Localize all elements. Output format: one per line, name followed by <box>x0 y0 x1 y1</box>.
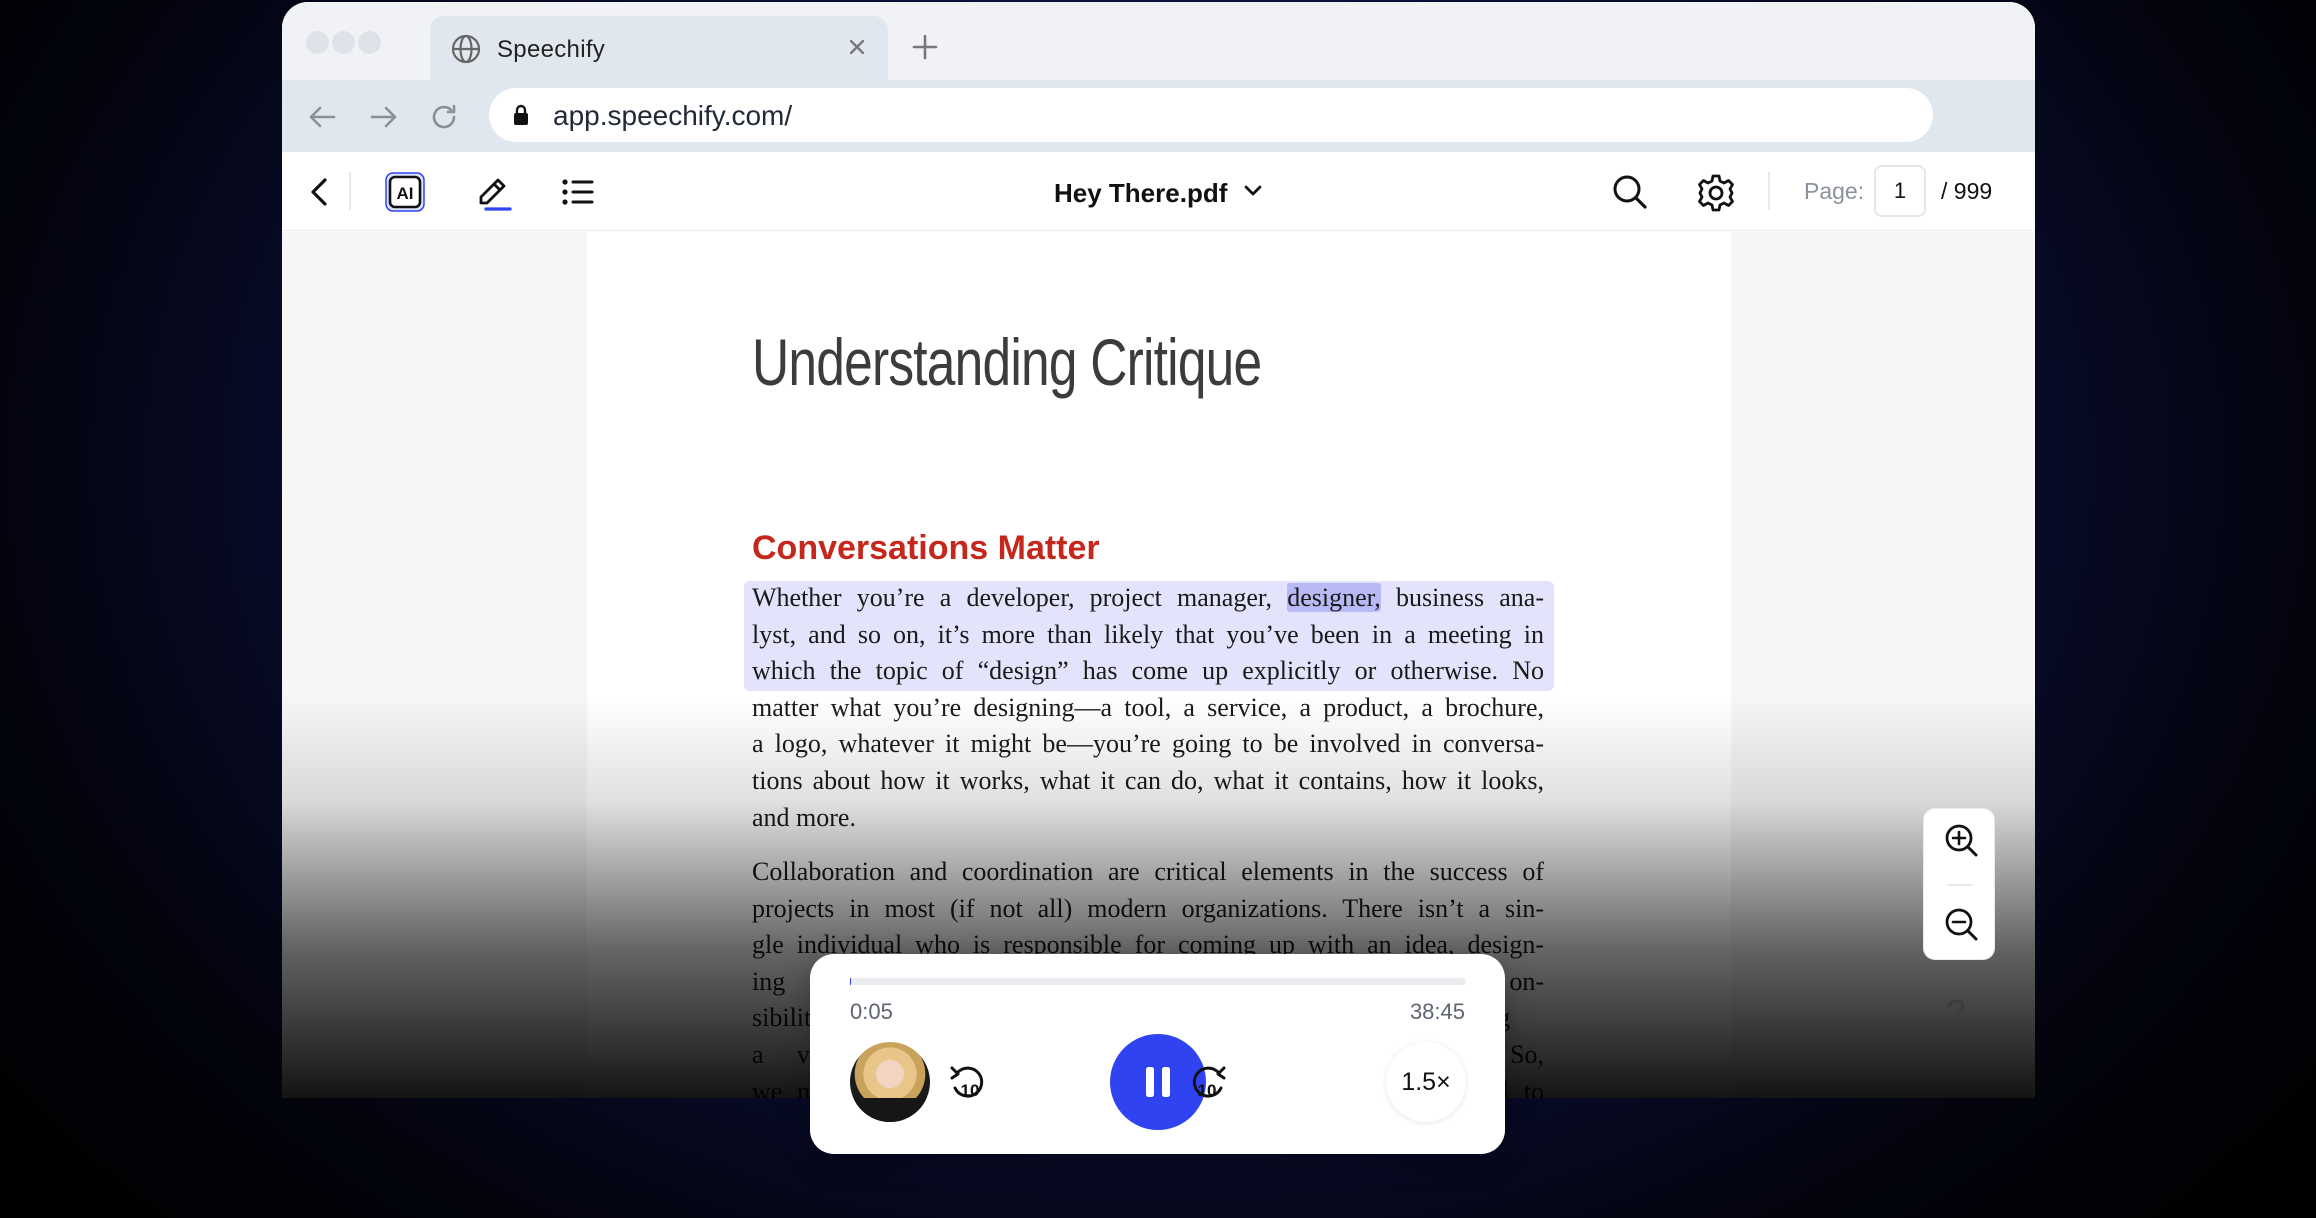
voice-avatar[interactable] <box>850 1042 930 1122</box>
tab-strip: Speechify <box>282 2 2035 80</box>
url-text: app.speechify.com/ <box>553 100 793 131</box>
text-line: which the topic of “design” has come up … <box>752 656 1545 686</box>
playback-speed-button[interactable]: 1.5× <box>1386 1042 1466 1122</box>
browser-tab[interactable]: Speechify <box>430 16 888 80</box>
help-button[interactable]: ? <box>1946 992 1966 1034</box>
highlight-pen-icon[interactable] <box>472 172 514 219</box>
reload-icon[interactable] <box>428 101 460 138</box>
skip-forward-icon[interactable]: 10 <box>1184 1062 1230 1113</box>
window-maximize-control[interactable] <box>358 31 381 54</box>
text-line: and more. <box>752 802 856 832</box>
text-line: a logo, whatever it might be—you’re goin… <box>752 729 1544 759</box>
pause-icon <box>1146 1067 1170 1097</box>
ai-button[interactable]: AI <box>383 170 427 219</box>
forward-arrow-icon[interactable] <box>368 101 400 138</box>
toolbar-divider <box>349 172 351 210</box>
tab-title: Speechify <box>497 36 606 63</box>
audio-player: 0:05 38:45 10 10 1.5× <box>810 954 1505 1154</box>
lock-icon <box>511 103 531 132</box>
search-icon[interactable] <box>1610 172 1650 217</box>
address-bar: app.speechify.com/ <box>282 80 2035 152</box>
new-tab-icon[interactable] <box>910 32 940 67</box>
current-time: 0:05 <box>850 999 893 1024</box>
svg-text:10: 10 <box>1198 1081 1217 1100</box>
browser-window: Speechify app.speechify.com/ AI Hey Ther… <box>282 2 2035 1098</box>
back-arrow-icon[interactable] <box>306 101 338 138</box>
zoom-in-icon[interactable] <box>1942 821 1980 864</box>
document-title: Hey There.pdf <box>1054 178 1228 208</box>
reader-toolbar: AI Hey There.pdf Page: 1 / 999 <box>282 152 2035 231</box>
svg-text:AI: AI <box>397 184 414 203</box>
window-minimize-control[interactable] <box>332 31 355 54</box>
paragraph: Whether you’re a developer, project mana… <box>752 580 1544 836</box>
page-number-input[interactable]: 1 <box>1874 165 1926 217</box>
window-close-control[interactable] <box>306 31 329 54</box>
text-line: projects in most (if not all) modern org… <box>752 893 1544 923</box>
zoom-controls <box>1923 808 1995 960</box>
chevron-down-icon <box>1241 179 1265 208</box>
progress-track[interactable] <box>850 978 1466 985</box>
globe-icon <box>450 33 482 70</box>
chevron-left-icon[interactable] <box>300 172 340 217</box>
text-line: matter what you’re designing—a tool, a s… <box>752 692 1544 722</box>
url-field[interactable]: app.speechify.com/ <box>489 88 1933 142</box>
skip-back-icon[interactable]: 10 <box>946 1062 992 1113</box>
progress-fill <box>850 978 852 985</box>
zoom-divider <box>1948 884 1972 886</box>
page-total: / 999 <box>1941 178 1993 204</box>
text-line: Whether you’re a developer, project mana… <box>752 583 1545 612</box>
text-line: Collaboration and coordination are criti… <box>752 857 1544 886</box>
gear-icon[interactable] <box>1695 172 1737 219</box>
current-word-highlight: designer, <box>1287 583 1381 612</box>
zoom-out-icon[interactable] <box>1942 905 1980 948</box>
toolbar-divider <box>1768 172 1770 210</box>
list-icon[interactable] <box>558 172 598 217</box>
text-line: tions about how it works, what it can do… <box>752 765 1544 795</box>
document-title-dropdown[interactable]: Hey There.pdf <box>1054 178 1265 209</box>
svg-text:10: 10 <box>961 1081 980 1100</box>
total-time: 38:45 <box>1409 999 1465 1024</box>
close-icon[interactable] <box>844 34 870 65</box>
page-label: Page: <box>1804 178 1865 204</box>
document-heading: Understanding Critique <box>752 325 1262 399</box>
section-heading: Conversations Matter <box>752 529 1100 567</box>
text-line: lyst, and so on, it’s more than likely t… <box>752 619 1544 649</box>
